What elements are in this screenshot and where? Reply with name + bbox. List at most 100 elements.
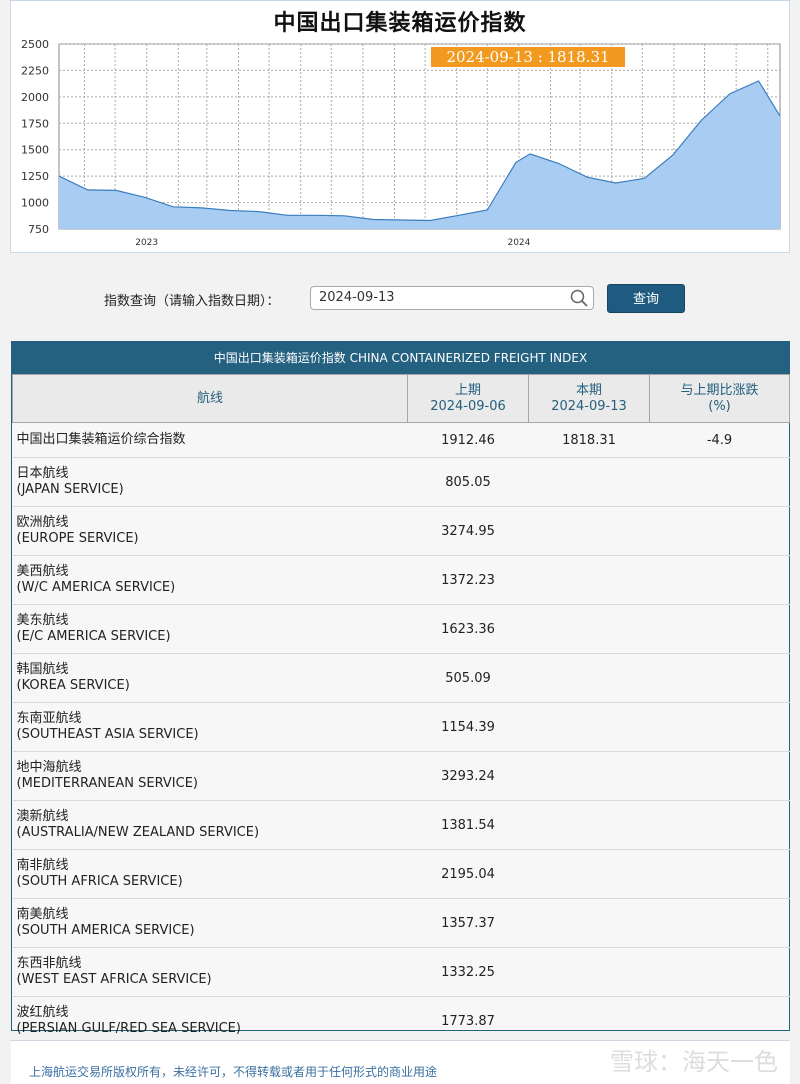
table-row: 美西航线(W/C AMERICA SERVICE)1372.23 — [13, 556, 790, 605]
table-row: 美东航线(E/C AMERICA SERVICE)1623.36 — [13, 605, 790, 654]
route-name-cn: 欧洲航线 — [17, 515, 408, 531]
col-change-label: 与上期比涨跌 — [651, 383, 788, 399]
y-tick-label: 1500 — [21, 144, 49, 157]
route-name: 南非航线(SOUTH AFRICA SERVICE) — [13, 850, 408, 899]
date-input[interactable]: 2024-09-13 — [310, 286, 594, 310]
curr-value — [529, 507, 650, 556]
change-value — [650, 556, 790, 605]
prev-value: 1912.46 — [408, 423, 529, 458]
table-row: 波红航线(PERSIAN GULF/RED SEA SERVICE)1773.8… — [13, 997, 790, 1046]
table-row: 南非航线(SOUTH AFRICA SERVICE)2195.04 — [13, 850, 790, 899]
prev-value: 1357.37 — [408, 899, 529, 948]
route-name-en: (KOREA SERVICE) — [17, 678, 408, 694]
prev-value: 505.09 — [408, 654, 529, 703]
change-value — [650, 948, 790, 997]
route-name-en: (PERSIAN GULF/RED SEA SERVICE) — [17, 1021, 408, 1037]
route-name-cn: 美东航线 — [17, 613, 408, 629]
watermark: 雪球：海天一色 — [610, 1042, 778, 1077]
prev-value: 1773.87 — [408, 997, 529, 1046]
change-value — [650, 899, 790, 948]
query-button[interactable]: 查询 — [607, 284, 685, 313]
table-row: 东西非航线(WEST EAST AFRICA SERVICE)1332.25 — [13, 948, 790, 997]
route-name-cn: 澳新航线 — [17, 809, 408, 825]
x-tick-label: 2024 — [507, 238, 530, 248]
route-name-cn: 韩国航线 — [17, 662, 408, 678]
route-name: 美东航线(E/C AMERICA SERVICE) — [13, 605, 408, 654]
copyright-text: 上海航运交易所版权所有，未经许可，不得转载或者用于任何形式的商业用途 — [29, 1063, 437, 1080]
x-tick-label: 2023 — [135, 238, 158, 248]
route-name-en: (AUSTRALIA/NEW ZEALAND SERVICE) — [17, 825, 408, 841]
table-row: 澳新航线(AUSTRALIA/NEW ZEALAND SERVICE)1381.… — [13, 801, 790, 850]
change-value — [650, 850, 790, 899]
prev-value: 1154.39 — [408, 703, 529, 752]
route-name-cn: 东西非航线 — [17, 956, 408, 972]
curr-value — [529, 899, 650, 948]
col-prev-date: 2024-09-06 — [409, 399, 527, 415]
route-name-cn: 东南亚航线 — [17, 711, 408, 727]
curr-value — [529, 703, 650, 752]
table-row: 东南亚航线(SOUTHEAST ASIA SERVICE)1154.39 — [13, 703, 790, 752]
col-curr: 本期 2024-09-13 — [529, 375, 650, 423]
col-curr-label: 本期 — [530, 383, 648, 399]
query-label: 指数查询（请输入指数日期）： — [104, 290, 280, 309]
query-row: 指数查询（请输入指数日期）： 2024-09-13 查询 — [0, 284, 800, 314]
curr-value — [529, 458, 650, 507]
curr-value — [529, 556, 650, 605]
prev-value: 1332.25 — [408, 948, 529, 997]
col-route: 航线 — [13, 375, 408, 423]
route-name-cn: 波红航线 — [17, 1005, 408, 1021]
route-name-en: (MEDITERRANEAN SERVICE) — [17, 776, 408, 792]
y-tick-label: 2250 — [21, 64, 49, 77]
table-row: 南美航线(SOUTH AMERICA SERVICE)1357.37 — [13, 899, 790, 948]
search-icon[interactable] — [570, 289, 588, 307]
curr-value — [529, 997, 650, 1046]
route-name: 澳新航线(AUSTRALIA/NEW ZEALAND SERVICE) — [13, 801, 408, 850]
y-tick-label: 2000 — [21, 91, 49, 104]
table-row: 地中海航线(MEDITERRANEAN SERVICE)3293.24 — [13, 752, 790, 801]
col-change: 与上期比涨跌 (%) — [650, 375, 790, 423]
route-name: 地中海航线(MEDITERRANEAN SERVICE) — [13, 752, 408, 801]
chart-panel: 中国出口集装箱运价指数 7501000125015001750200022502… — [10, 0, 790, 253]
route-name-en: (EUROPE SERVICE) — [17, 531, 408, 547]
route-name-en: (SOUTH AFRICA SERVICE) — [17, 874, 408, 890]
change-value: -4.9 — [650, 423, 790, 458]
route-name: 东南亚航线(SOUTHEAST ASIA SERVICE) — [13, 703, 408, 752]
route-name-en: (E/C AMERICA SERVICE) — [17, 629, 408, 645]
route-name-cn: 美西航线 — [17, 564, 408, 580]
route-name: 韩国航线(KOREA SERVICE) — [13, 654, 408, 703]
route-name: 欧洲航线(EUROPE SERVICE) — [13, 507, 408, 556]
curr-value — [529, 850, 650, 899]
prev-value: 805.05 — [408, 458, 529, 507]
table-row: 日本航线(JAPAN SERVICE)805.05 — [13, 458, 790, 507]
table-row: 韩国航线(KOREA SERVICE)505.09 — [13, 654, 790, 703]
index-chart[interactable]: 750100012501500175020002250250020232024 — [11, 1, 789, 252]
y-tick-label: 1250 — [21, 170, 49, 183]
change-value — [650, 507, 790, 556]
route-name: 美西航线(W/C AMERICA SERVICE) — [13, 556, 408, 605]
table-row-composite: 中国出口集装箱运价综合指数 1912.46 1818.31 -4.9 — [13, 423, 790, 458]
col-prev-label: 上期 — [409, 383, 527, 399]
prev-value: 3274.95 — [408, 507, 529, 556]
route-name-en: (JAPAN SERVICE) — [17, 482, 408, 498]
route-name-cn: 南美航线 — [17, 907, 408, 923]
chart-tooltip: 2024-09-13 : 1818.31 — [431, 47, 625, 67]
change-value — [650, 703, 790, 752]
route-name-cn: 日本航线 — [17, 466, 408, 482]
change-value — [650, 605, 790, 654]
y-tick-label: 750 — [28, 223, 49, 236]
freight-index-table: 中国出口集装箱运价指数 CHINA CONTAINERIZED FREIGHT … — [11, 341, 790, 1031]
table-row: 欧洲航线(EUROPE SERVICE)3274.95 — [13, 507, 790, 556]
route-name-en: (W/C AMERICA SERVICE) — [17, 580, 408, 596]
route-name-cn: 南非航线 — [17, 858, 408, 874]
y-tick-label: 1000 — [21, 197, 49, 210]
route-name-cn: 地中海航线 — [17, 760, 408, 776]
route-name: 南美航线(SOUTH AMERICA SERVICE) — [13, 899, 408, 948]
col-prev: 上期 2024-09-06 — [408, 375, 529, 423]
index-table: 航线 上期 2024-09-06 本期 2024-09-13 与上期比涨跌 (%… — [12, 374, 790, 1046]
route-name: 波红航线(PERSIAN GULF/RED SEA SERVICE) — [13, 997, 408, 1046]
prev-value: 1623.36 — [408, 605, 529, 654]
route-name: 东西非航线(WEST EAST AFRICA SERVICE) — [13, 948, 408, 997]
prev-value: 1381.54 — [408, 801, 529, 850]
table-caption: 中国出口集装箱运价指数 CHINA CONTAINERIZED FREIGHT … — [12, 342, 789, 374]
route-name-en: (WEST EAST AFRICA SERVICE) — [17, 972, 408, 988]
